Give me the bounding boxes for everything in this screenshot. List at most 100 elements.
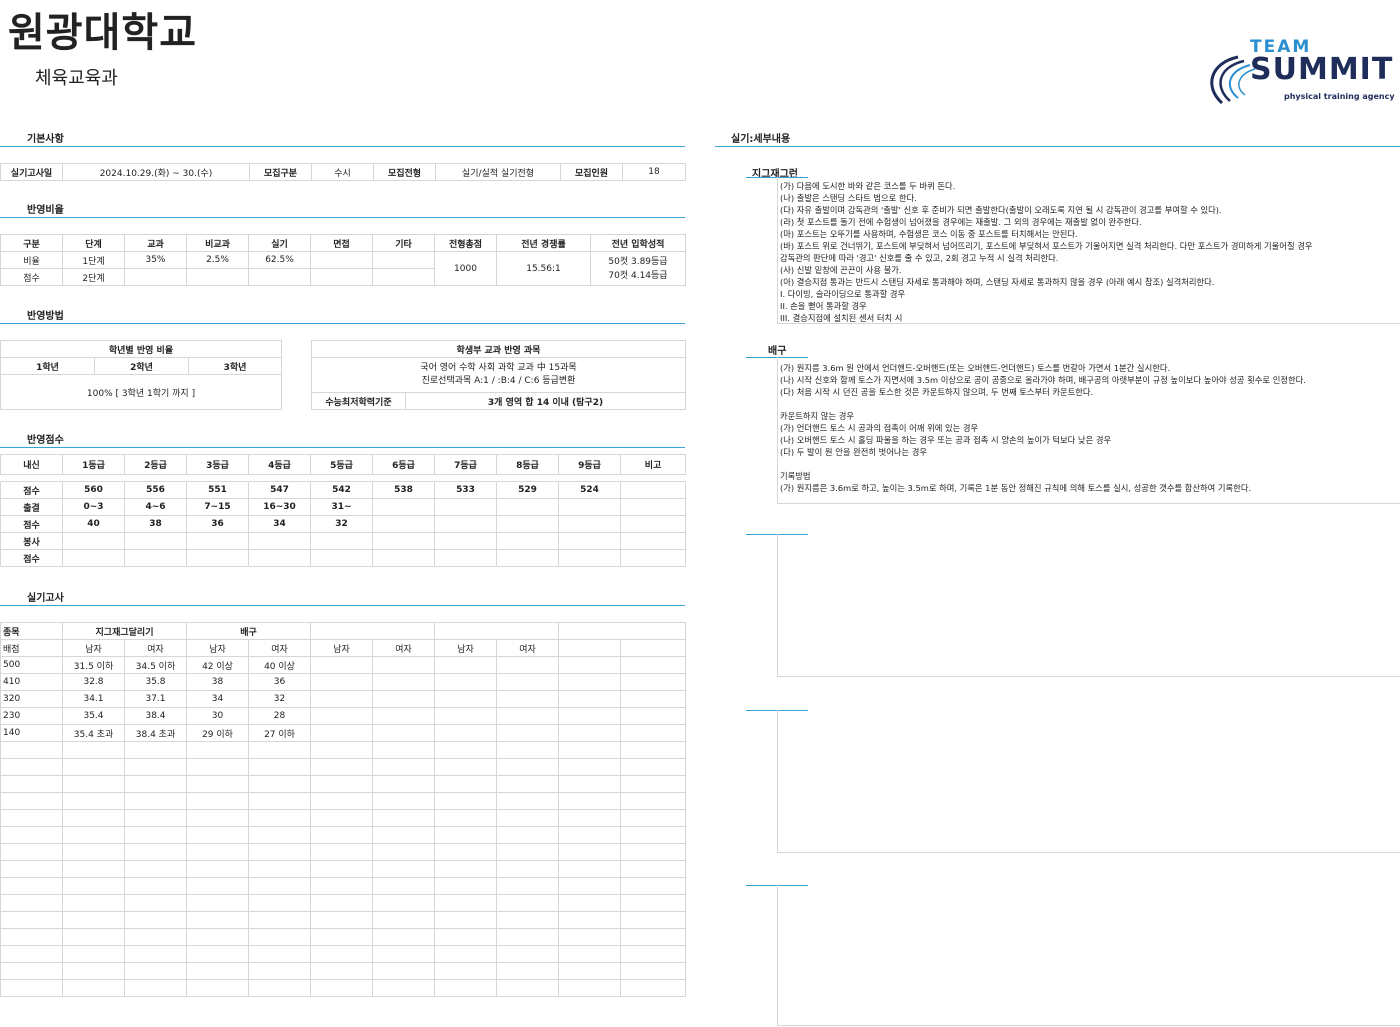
header-cell: 실기 (248, 234, 311, 252)
admission-grade-70: 70컷 4.14등급 (608, 270, 668, 281)
cell (434, 860, 497, 878)
department-name: 체육교육과 (35, 68, 118, 89)
cell (248, 860, 311, 878)
empty-row (0, 979, 686, 997)
rule-line (780, 398, 1306, 410)
rule-line: (가) 언더핸드 토스 시 공과의 접촉이 어깨 위에 있는 경우 (780, 423, 979, 433)
cell (0, 792, 63, 810)
empty-row (0, 877, 686, 895)
event-name: 지그재그달리기 (62, 622, 187, 640)
cell (186, 809, 249, 827)
cell (310, 549, 373, 567)
header-cell: 8등급 (496, 454, 559, 475)
cell (248, 945, 311, 963)
ratio-table: 구분 단계 교과 비교과 실기 면접 기타 전형총점 전년 경쟁률 전년 입학성… (0, 234, 686, 286)
cell (0, 945, 63, 963)
cell (124, 792, 187, 810)
competition-rate: 15.56:1 (496, 251, 591, 286)
cell: 35.4 (62, 707, 125, 725)
cell (124, 877, 187, 895)
cell (434, 962, 497, 980)
cell (310, 962, 373, 980)
empty-row (0, 826, 686, 844)
cell (248, 911, 311, 929)
spacer-cell (125, 475, 187, 482)
cell: 35.8 (124, 673, 187, 691)
cell: 비율 (0, 251, 63, 269)
cell (186, 843, 249, 861)
cell (372, 911, 435, 929)
cell (124, 843, 187, 861)
cell (496, 809, 559, 827)
cell: 34.5 이하 (124, 656, 187, 674)
spacer-cell (1, 475, 63, 482)
cell (62, 962, 125, 980)
header-cell: 6등급 (372, 454, 435, 475)
cell (558, 673, 621, 691)
cell: 7~15 (186, 498, 249, 516)
cell (62, 549, 125, 567)
empty-detail-box (777, 710, 1400, 853)
cell (434, 877, 497, 895)
cell (62, 758, 125, 776)
table-row: 점수 40 38 36 34 32 (0, 515, 686, 533)
table-row: 점수 (0, 549, 686, 567)
header-cell: 내신 (0, 454, 63, 475)
cell: 4~6 (124, 498, 187, 516)
rule-line: II. 손을 뻗어 통과할 경우 (780, 301, 867, 311)
volley-rules: (가) 원지름 3.6m 원 안에서 언더핸드-오버핸드(또는 오버핸드-언더핸… (780, 362, 1306, 494)
table-row: 500 31.5 이하 34.5 이하 42 이상 40 이상 (0, 656, 686, 674)
cell (620, 809, 686, 827)
cell (186, 532, 249, 550)
header-cell: 전년 입학성적 (590, 234, 686, 252)
gender-cell: 여자 (124, 639, 187, 657)
subject-value: 국어 영어 수학 사회 과학 교과 中 15과목 진로선택과목 A:1 / :B… (310, 357, 687, 393)
cell (310, 656, 373, 674)
cell (186, 775, 249, 793)
cell (620, 549, 686, 567)
cell (310, 826, 373, 844)
cell: 40 (62, 515, 125, 533)
subject-line: 진로선택과목 A:1 / :B:4 / C:6 등급변환 (421, 376, 576, 386)
cell (434, 911, 497, 929)
cell (248, 268, 311, 286)
cell (372, 690, 435, 708)
cell (310, 945, 373, 963)
cell (496, 911, 559, 929)
cell (310, 251, 373, 269)
empty-row (0, 809, 686, 827)
cell: 320 (0, 690, 63, 708)
cell (310, 741, 373, 759)
cell (0, 741, 63, 759)
cell (496, 690, 559, 708)
cell (372, 962, 435, 980)
cell: 점수 (0, 481, 63, 499)
cell (434, 707, 497, 725)
value: 18 (622, 163, 686, 181)
logo-tagline: physical training agency (1284, 92, 1395, 101)
cell (124, 928, 187, 946)
cell (372, 724, 435, 742)
cell: 16~30 (248, 498, 311, 516)
cell (124, 809, 187, 827)
header-cell: 4등급 (248, 454, 311, 475)
header-cell: 9등급 (558, 454, 621, 475)
cell (124, 979, 187, 997)
cell (62, 826, 125, 844)
cell: 31.5 이하 (62, 656, 125, 674)
event-label: 종목 (0, 622, 63, 640)
cell (496, 775, 559, 793)
cell (620, 826, 686, 844)
label: 모집구분 (249, 163, 312, 181)
cell (186, 549, 249, 567)
header-cell: 전년 경쟁률 (496, 234, 591, 252)
cell: 32 (248, 690, 311, 708)
cell (620, 792, 686, 810)
cell (186, 758, 249, 776)
rule-line: (사) 신발 밑창에 끈끈이 사용 불가. (780, 265, 902, 275)
cell (620, 928, 686, 946)
cell (248, 532, 311, 550)
cell (186, 894, 249, 912)
cell (558, 911, 621, 929)
gender-cell: 남자 (434, 639, 497, 657)
